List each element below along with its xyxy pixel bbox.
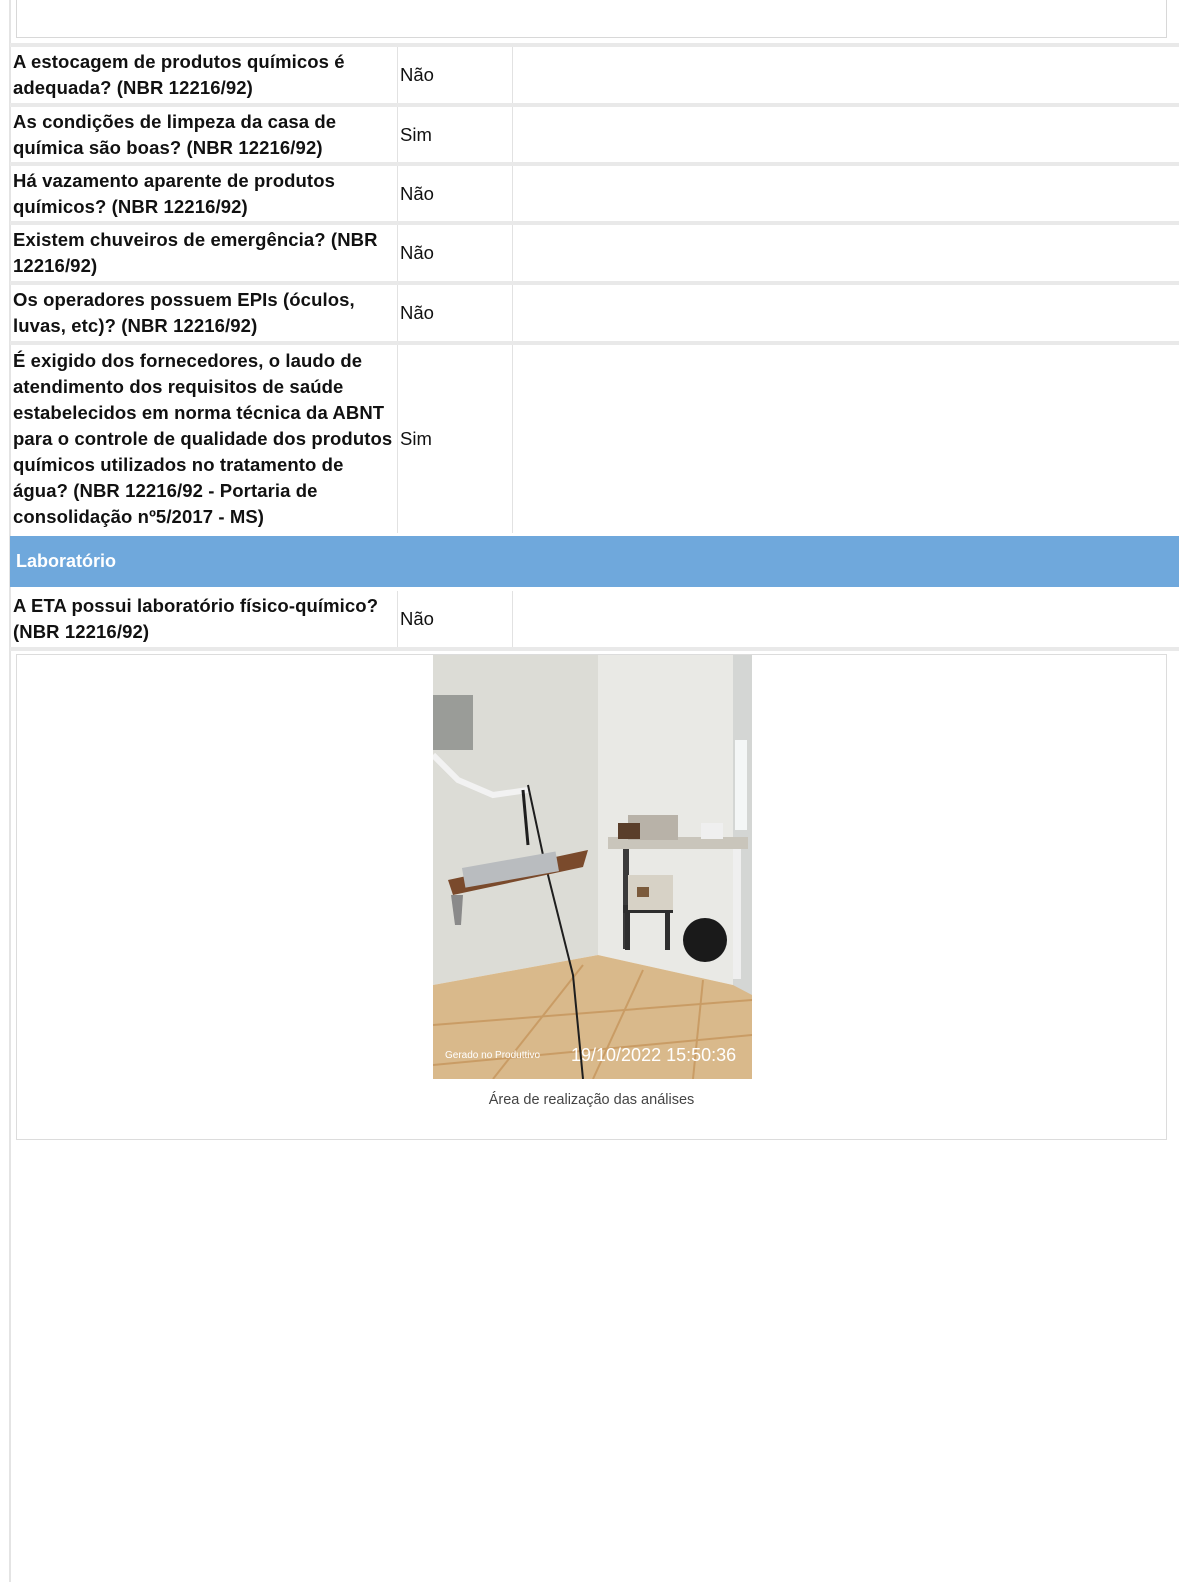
column-divider	[397, 107, 398, 162]
question-text: A ETA possui laboratório físico-químico?…	[13, 595, 379, 642]
column-divider	[397, 166, 398, 221]
photo-caption: Área de realização das análises	[488, 1092, 695, 1108]
answer-value: Não	[400, 608, 434, 629]
column-divider	[512, 166, 513, 221]
checklist-row: Há vazamento aparente de produtos químic…	[10, 166, 1179, 225]
answer-value: Sim	[400, 428, 432, 449]
section-title: Laboratório	[16, 551, 117, 571]
column-divider	[512, 225, 513, 281]
question-text: As condições de limpeza da casa de quími…	[13, 110, 337, 158]
column-divider	[512, 285, 513, 341]
column-divider	[512, 345, 513, 533]
checklist-row: A ETA possui laboratório físico-químico?…	[10, 591, 1179, 651]
answer-value: Sim	[400, 123, 432, 145]
checklist-row: É exigido dos fornecedores, o laudo de a…	[10, 345, 1179, 533]
photo-timestamp: 19/10/2022 15:50:36	[571, 1045, 736, 1065]
checklist-row: A estocagem de produtos químicos é adequ…	[10, 47, 1179, 107]
column-divider	[397, 225, 398, 281]
question-text: É exigido dos fornecedores, o laudo de a…	[13, 350, 393, 527]
answer-value: Não	[400, 64, 434, 85]
lab-photo[interactable]: Gerado no Produttivo 19/10/2022 15:50:36	[433, 655, 752, 1079]
column-divider	[512, 591, 513, 647]
checklist-row: Existem chuveiros de emergência? (NBR 12…	[10, 225, 1179, 285]
checklist-row: As condições de limpeza da casa de quími…	[10, 107, 1179, 166]
row-separator	[10, 647, 1179, 651]
answer-value: Não	[400, 302, 434, 323]
column-divider	[397, 47, 398, 103]
column-divider	[512, 47, 513, 103]
question-text: Há vazamento aparente de produtos químic…	[13, 169, 335, 217]
photo-watermark: Gerado no Produttivo	[445, 1050, 540, 1061]
section-header-laboratorio: Laboratório	[10, 536, 1179, 587]
checklist-row: Os operadores possuem EPIs (óculos, luva…	[10, 285, 1179, 345]
column-divider	[397, 285, 398, 341]
column-divider	[397, 345, 398, 533]
previous-item-box	[16, 0, 1167, 38]
column-divider	[397, 591, 398, 647]
question-text: Existem chuveiros de emergência? (NBR 12…	[13, 229, 378, 276]
question-text: Os operadores possuem EPIs (óculos, luva…	[13, 289, 355, 336]
answer-value: Não	[400, 242, 434, 263]
answer-value: Não	[400, 182, 434, 204]
question-text: A estocagem de produtos químicos é adequ…	[13, 51, 345, 98]
column-divider	[512, 107, 513, 162]
